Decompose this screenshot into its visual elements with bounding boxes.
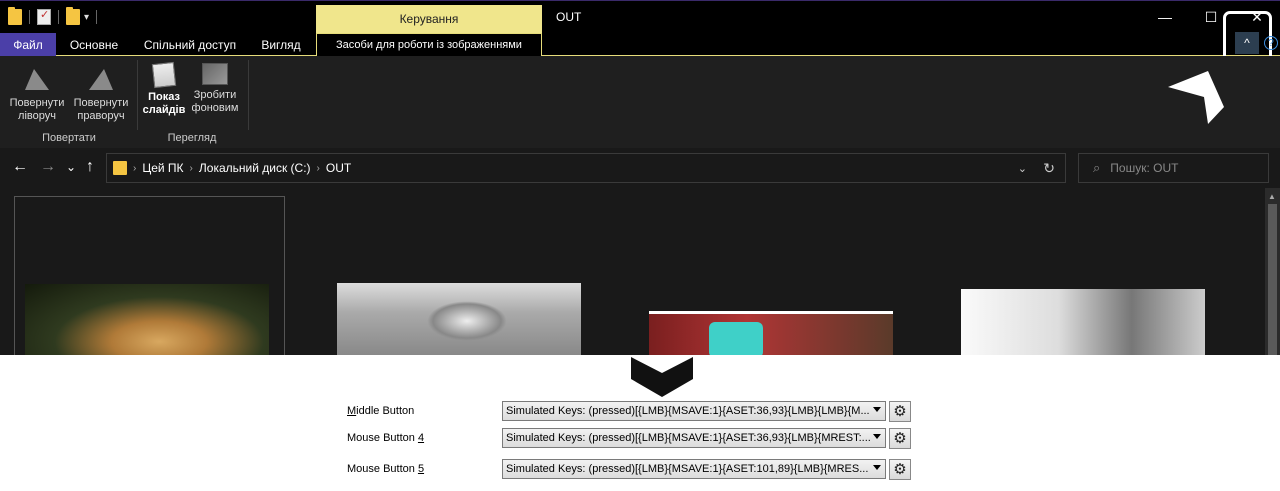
folder-icon[interactable] (8, 7, 22, 25)
config-label: Mouse Button 4 (347, 432, 425, 444)
config-label: Middle Button (347, 405, 415, 417)
chevron-down-icon (873, 434, 881, 439)
gear-icon[interactable]: ⚙ (889, 458, 911, 480)
set-background-label: Зробити фоновим (191, 89, 239, 114)
title-bar: ▾ Керування OUT — ☐ ✕ (0, 1, 1280, 33)
image-thumbnail[interactable] (961, 289, 1205, 355)
chevron-right-icon: › (189, 162, 193, 174)
chevron-down-icon (873, 407, 881, 412)
tab-share[interactable]: Спільний доступ (134, 33, 246, 56)
file-explorer-window: ▾ Керування OUT — ☐ ✕ Файл Основне Спіль… (0, 0, 1280, 355)
chevron-right-icon: › (316, 162, 320, 174)
ribbon-tabs: Файл Основне Спільний доступ Вигляд Засо… (0, 33, 1280, 57)
toolbar-divider (58, 10, 59, 24)
chevron-right-icon: › (133, 162, 137, 174)
context-tab-header: Керування (316, 5, 542, 33)
refresh-icon[interactable]: ↻ (1043, 160, 1055, 177)
tab-picture-tools[interactable]: Засоби для роботи із зображеннями (316, 33, 542, 57)
ribbon-divider (137, 60, 138, 130)
up-button[interactable]: ↑ (86, 158, 94, 176)
ribbon-panel: Повернути ліворуч Повернути праворуч Пов… (0, 56, 1280, 148)
mouse-config-panel: Middle Button Simulated Keys: (pressed)[… (0, 355, 1280, 491)
collapse-ribbon-button[interactable]: ^ (1235, 32, 1259, 54)
rotate-left-button[interactable]: Повернути ліворуч (6, 63, 68, 123)
rotate-right-label: Повернути праворуч (73, 97, 129, 122)
image-thumbnail[interactable] (337, 283, 581, 355)
help-icon[interactable]: ? (1264, 36, 1278, 50)
search-icon: ⌕ (1093, 160, 1101, 175)
customize-toolbar-icon[interactable]: ▾ (84, 12, 89, 23)
down-arrow-icon (631, 357, 693, 397)
action-select-value: Simulated Keys: (pressed)[{LMB}{MSAVE:1}… (506, 432, 871, 444)
forward-button[interactable]: → (40, 158, 56, 176)
scrollbar-thumb[interactable] (1268, 204, 1277, 355)
config-row-mouse-button-5: Mouse Button 5 Simulated Keys: (pressed)… (347, 458, 911, 480)
address-bar[interactable]: › Цей ПК › Локальний диск (C:) › OUT ⌄ ↻ (106, 153, 1066, 183)
action-select[interactable]: Simulated Keys: (pressed)[{LMB}{MSAVE:1}… (502, 401, 886, 421)
pointer-arrow-icon (1168, 71, 1224, 124)
ribbon-group-view: Перегляд (167, 132, 217, 144)
config-label: Mouse Button 5 (347, 463, 425, 475)
config-row-mouse-button-4: Mouse Button 4 Simulated Keys: (pressed)… (347, 427, 911, 449)
action-select-value: Simulated Keys: (pressed)[{LMB}{MSAVE:1}… (506, 463, 869, 475)
breadcrumb-local-disk[interactable]: Локальний диск (C:) (199, 161, 311, 175)
tab-view[interactable]: Вигляд (250, 33, 312, 56)
tab-home[interactable]: Основне (58, 33, 130, 56)
ribbon-divider (248, 60, 249, 130)
search-box[interactable]: ⌕ Пошук: OUT (1078, 153, 1269, 183)
breadcrumb-out[interactable]: OUT (326, 161, 351, 175)
navigation-bar: ← → ⌄ ↑ › Цей ПК › Локальний диск (C:) ›… (0, 148, 1280, 188)
gear-icon[interactable]: ⚙ (889, 427, 911, 449)
new-folder-icon[interactable] (66, 7, 80, 25)
action-select[interactable]: Simulated Keys: (pressed)[{LMB}{MSAVE:1}… (502, 428, 886, 448)
action-select[interactable]: Simulated Keys: (pressed)[{LMB}{MSAVE:1}… (502, 459, 886, 479)
tab-file[interactable]: Файл (0, 33, 56, 56)
slideshow-button[interactable]: Показ слайдів (142, 61, 186, 117)
toolbar-divider (96, 10, 98, 24)
quick-access-toolbar: ▾ (8, 7, 100, 27)
toolbar-divider (29, 10, 30, 24)
slideshow-label: Показ слайдів (142, 91, 186, 116)
rotate-left-label: Повернути ліворуч (9, 97, 65, 122)
slideshow-icon (151, 61, 177, 89)
breadcrumb-this-pc[interactable]: Цей ПК (142, 161, 183, 175)
vertical-scrollbar[interactable]: ▲ (1265, 188, 1280, 355)
ribbon-group-rotate: Повертати (42, 132, 96, 144)
minimize-button[interactable]: — (1142, 1, 1188, 33)
rotate-right-button[interactable]: Повернути праворуч (70, 63, 132, 123)
file-list-area (0, 188, 1265, 355)
back-button[interactable]: ← (12, 158, 28, 176)
chevron-down-icon (873, 465, 881, 470)
scroll-up-icon[interactable]: ▲ (1268, 192, 1276, 201)
image-thumbnail[interactable] (649, 311, 893, 355)
image-thumbnail[interactable] (25, 284, 269, 355)
folder-icon (113, 161, 127, 175)
search-input[interactable]: Пошук: OUT (1110, 161, 1178, 175)
config-row-middle-button: Middle Button Simulated Keys: (pressed)[… (347, 400, 911, 422)
properties-icon[interactable] (37, 8, 51, 25)
address-dropdown-icon[interactable]: ⌄ (1018, 162, 1027, 175)
gear-icon[interactable]: ⚙ (889, 400, 911, 422)
window-title: OUT (556, 10, 582, 24)
rotate-right-icon (89, 69, 113, 90)
action-select-value: Simulated Keys: (pressed)[{LMB}{MSAVE:1}… (506, 405, 870, 417)
set-background-button[interactable]: Зробити фоновим (188, 63, 242, 115)
set-background-icon (202, 63, 228, 85)
recent-locations-button[interactable]: ⌄ (66, 160, 76, 174)
rotate-left-icon (25, 69, 49, 90)
